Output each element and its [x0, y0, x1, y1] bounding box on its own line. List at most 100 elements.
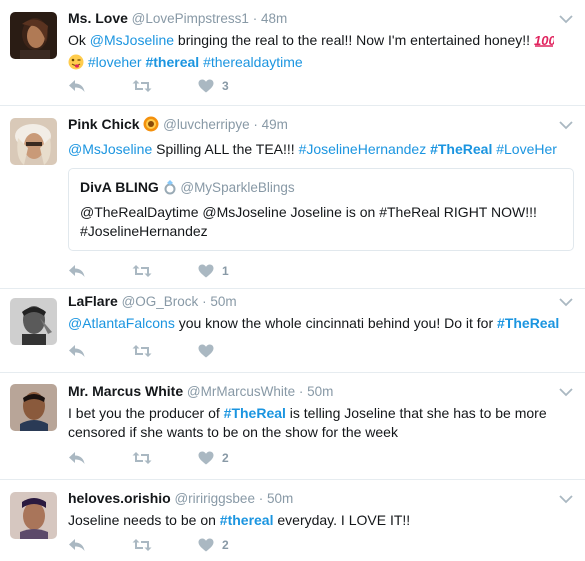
mention-link[interactable]: @MsJoseline	[68, 141, 152, 157]
quoted-tweet-header: DivA BLING @MySparkleBlings	[80, 178, 562, 200]
hashtag-link[interactable]: #therealdaytime	[203, 54, 303, 70]
retweet-button[interactable]	[132, 344, 152, 358]
like-count: 1	[222, 264, 229, 278]
flower-emoji	[143, 116, 159, 137]
hashtag-link[interactable]: #TheReal	[430, 141, 492, 157]
chevron-down-icon[interactable]	[559, 14, 573, 24]
author-name[interactable]: Pink Chick	[68, 116, 140, 132]
author-handle[interactable]: @riririggsbee	[174, 491, 254, 506]
retweet-icon	[132, 452, 152, 464]
reply-button[interactable]	[68, 538, 86, 552]
mention-link[interactable]: @MsJoseline	[90, 32, 174, 48]
text-segment: I bet you the producer of	[68, 405, 224, 421]
avatar[interactable]	[10, 298, 57, 345]
tweet-actions	[68, 343, 268, 359]
avatar[interactable]	[10, 384, 57, 431]
tweet-actions: 2	[68, 537, 275, 553]
reply-button[interactable]	[68, 264, 86, 278]
text-segment: bringing the real to the real!! Now I'm …	[174, 32, 534, 48]
quoted-tweet[interactable]: DivA BLING @MySparkleBlings @TheRealDayt…	[68, 168, 574, 251]
retweet-icon	[132, 80, 152, 92]
like-button[interactable]: 2	[198, 451, 229, 465]
tweet-actions: 2	[68, 450, 275, 466]
author-handle[interactable]: @MrMarcusWhite	[187, 384, 295, 399]
timestamp[interactable]: 50m	[210, 294, 236, 309]
like-count: 2	[222, 451, 229, 465]
tweet-actions: 1	[68, 263, 275, 279]
retweet-button[interactable]	[132, 451, 152, 465]
tweet[interactable]: Ms. Love @LovePimpstress1 · 48m Ok @MsJo…	[0, 0, 585, 106]
timestamp[interactable]: 50m	[267, 491, 293, 506]
heart-icon	[198, 344, 214, 358]
timestamp[interactable]: 50m	[307, 384, 333, 399]
winking-tongue-emoji	[68, 54, 84, 75]
hundred-points-emoji: 100	[534, 32, 556, 53]
reply-icon	[69, 265, 85, 277]
reply-button[interactable]	[68, 344, 86, 358]
author-name[interactable]: Ms. Love	[68, 10, 128, 26]
retweet-button[interactable]	[132, 79, 152, 93]
hashtag-link[interactable]: #thereal	[145, 54, 199, 70]
separator-dot: ·	[252, 11, 258, 26]
author-handle[interactable]: @LovePimpstress1	[132, 11, 249, 26]
like-button[interactable]: 2	[198, 538, 229, 552]
author-name[interactable]: heloves.orishio	[68, 490, 171, 506]
separator-dot: ·	[253, 117, 258, 132]
tweet[interactable]: heloves.orishio @riririggsbee · 50m Jose…	[0, 480, 585, 561]
retweet-button[interactable]	[132, 264, 152, 278]
avatar[interactable]	[10, 12, 57, 59]
tweet-header: heloves.orishio @riririggsbee · 50m	[68, 489, 573, 508]
text-segment: Joseline needs to be on	[68, 512, 220, 528]
separator-dot: ·	[298, 384, 304, 399]
ring-emoji	[163, 179, 177, 200]
author-handle[interactable]: @OG_Brock	[122, 294, 199, 309]
chevron-down-icon[interactable]	[559, 297, 573, 307]
quoted-author-handle: @MySparkleBlings	[180, 180, 295, 195]
tweet-text: Ok @MsJoseline bringing the real to the …	[68, 31, 573, 75]
retweet-icon	[132, 345, 152, 357]
separator-dot: ·	[258, 491, 264, 506]
timestamp[interactable]: 48m	[261, 11, 287, 26]
heart-icon	[198, 538, 214, 552]
like-button[interactable]: 1	[198, 264, 229, 278]
hashtag-link[interactable]: #TheReal	[497, 315, 559, 331]
quoted-tweet-text: @TheRealDaytime @MsJoseline Joseline is …	[80, 204, 537, 239]
heart-icon	[198, 264, 214, 278]
chevron-down-icon[interactable]	[559, 120, 573, 130]
like-button[interactable]	[198, 344, 222, 358]
tweet[interactable]: Pink Chick @luvcherripye · 49m @MsJoseli…	[0, 106, 585, 289]
hashtag-link[interactable]: #JoselineHernandez	[299, 141, 427, 157]
hashtag-link[interactable]: #loveher	[88, 54, 142, 70]
mention-link[interactable]: @AtlantaFalcons	[68, 315, 175, 331]
text-segment: everyday. I LOVE IT!!	[273, 512, 411, 528]
chevron-down-icon[interactable]	[559, 387, 573, 397]
reply-button[interactable]	[68, 79, 86, 93]
chevron-down-icon[interactable]	[559, 494, 573, 504]
avatar[interactable]	[10, 492, 57, 539]
avatar[interactable]	[10, 118, 57, 165]
retweet-icon	[132, 265, 152, 277]
hashtag-link[interactable]: #TheReal	[224, 405, 286, 421]
like-button[interactable]: 3	[198, 79, 229, 93]
reply-icon	[69, 452, 85, 464]
like-count: 2	[222, 538, 229, 552]
heart-icon	[198, 79, 214, 93]
author-name[interactable]: Mr. Marcus White	[68, 383, 183, 399]
author-handle[interactable]: @luvcherripye	[163, 117, 249, 132]
tweet-header: Pink Chick @luvcherripye · 49m	[68, 115, 573, 137]
retweet-icon	[132, 539, 152, 551]
timestamp[interactable]: 49m	[262, 117, 288, 132]
tweet-text: @MsJoseline Spilling ALL the TEA!!! #Jos…	[68, 140, 573, 159]
author-name[interactable]: LaFlare	[68, 293, 118, 309]
hashtag-link[interactable]: #LoveHer	[496, 141, 557, 157]
heart-icon	[198, 451, 214, 465]
tweet-feed: Ms. Love @LovePimpstress1 · 48m Ok @MsJo…	[0, 0, 585, 561]
tweet[interactable]: LaFlare @OG_Brock · 50m @AtlantaFalcons …	[0, 289, 585, 373]
hashtag-link[interactable]: #thereal	[220, 512, 274, 528]
reply-button[interactable]	[68, 451, 86, 465]
retweet-button[interactable]	[132, 538, 152, 552]
reply-icon	[69, 80, 85, 92]
tweet-header: Mr. Marcus White @MrMarcusWhite · 50m	[68, 382, 573, 401]
tweet[interactable]: Mr. Marcus White @MrMarcusWhite · 50m I …	[0, 373, 585, 480]
tweet-actions: 3	[68, 78, 275, 94]
